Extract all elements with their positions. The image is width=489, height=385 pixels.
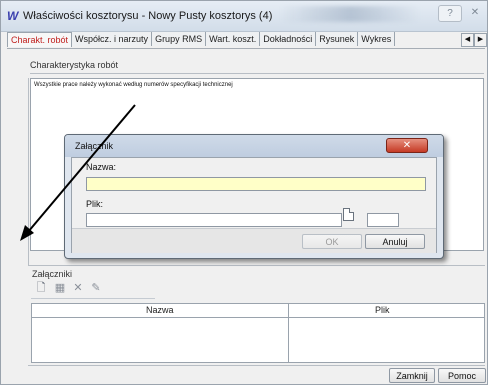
annotation-arrow <box>20 104 136 241</box>
